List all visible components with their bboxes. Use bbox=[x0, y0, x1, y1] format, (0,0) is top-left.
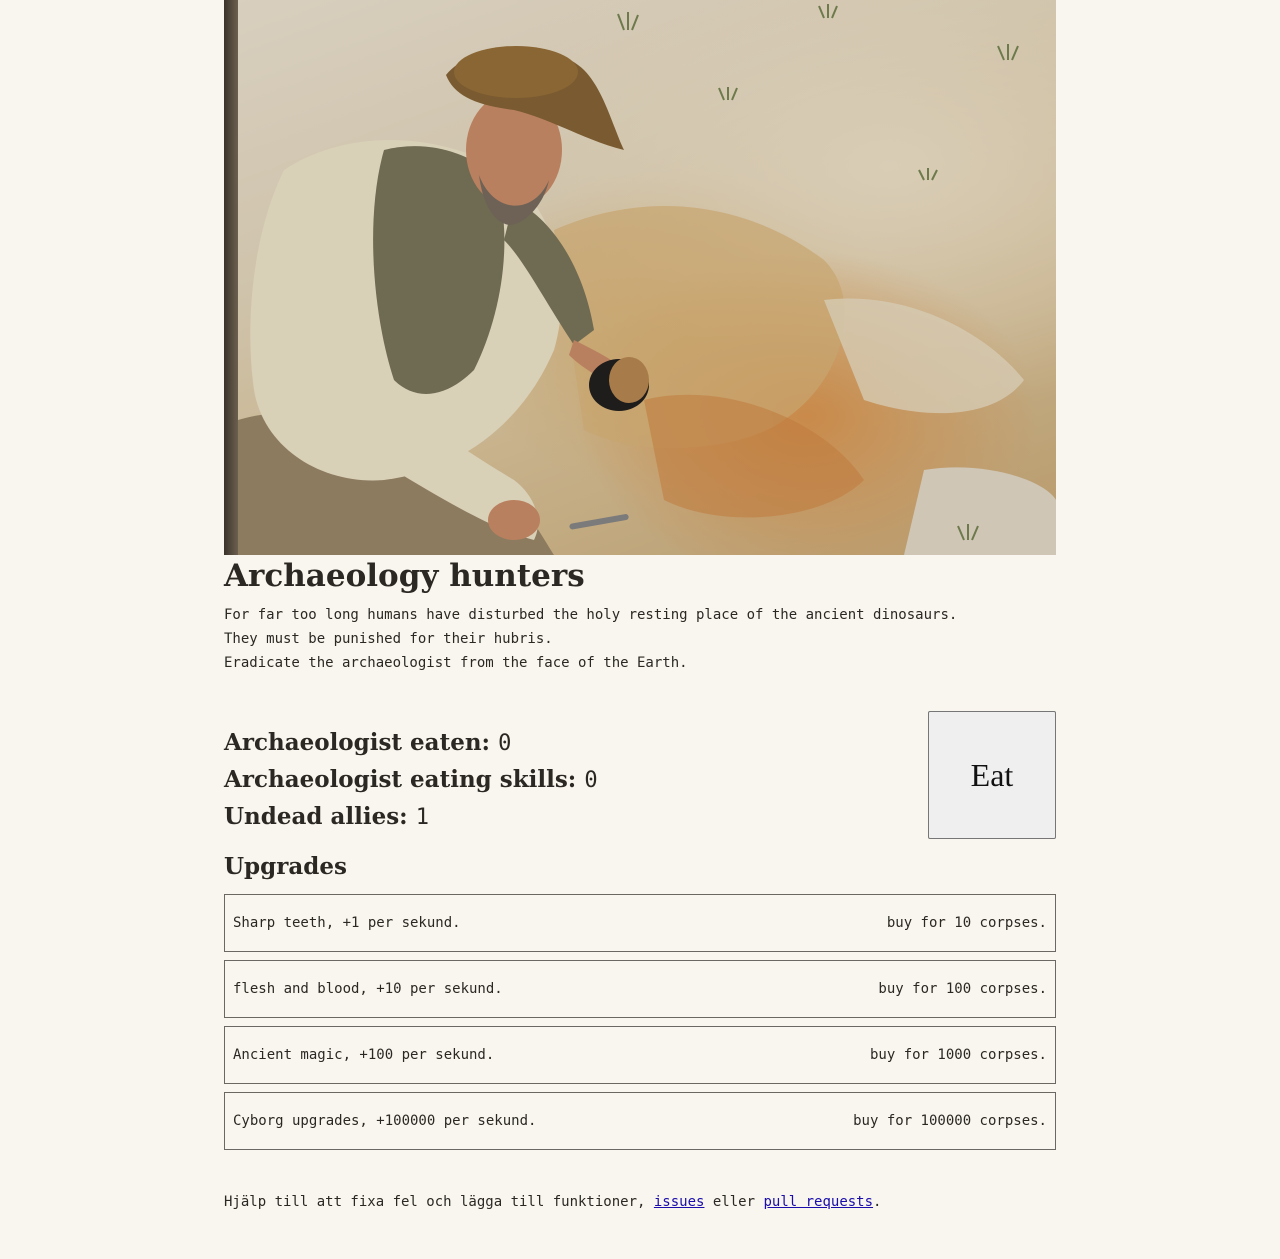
stat-allies-label: Undead allies: bbox=[224, 803, 408, 830]
footer-text: . bbox=[873, 1194, 882, 1210]
upgrade-price: buy for 100 corpses. bbox=[878, 981, 1047, 997]
stat-allies: Undead allies: 1 bbox=[224, 799, 598, 836]
stat-skills-label: Archaeologist eating skills: bbox=[224, 766, 577, 793]
archaeologist-photo bbox=[224, 0, 1056, 555]
stats-list: Archaeologist eaten: 0 Archaeologist eat… bbox=[224, 725, 598, 836]
footer-text: eller bbox=[704, 1194, 764, 1210]
stat-skills-value: 0 bbox=[584, 768, 598, 793]
intro-line: They must be punished for their hubris. bbox=[224, 631, 553, 647]
upgrade-item-sharp-teeth[interactable]: Sharp teeth, +1 per sekund. buy for 10 c… bbox=[224, 894, 1056, 952]
stat-skills: Archaeologist eating skills: 0 bbox=[224, 762, 598, 799]
upgrade-name: Sharp teeth, +1 per sekund. bbox=[233, 915, 461, 931]
upgrades-heading: Upgrades bbox=[224, 853, 347, 880]
stat-eaten-value: 0 bbox=[498, 731, 512, 756]
upgrade-name: flesh and blood, +10 per sekund. bbox=[233, 981, 503, 997]
game-title: Archaeology hunters bbox=[224, 558, 585, 594]
upgrade-name: Ancient magic, +100 per sekund. bbox=[233, 1047, 495, 1063]
eat-button[interactable]: Eat bbox=[928, 711, 1056, 839]
stat-eaten-label: Archaeologist eaten: bbox=[224, 729, 491, 756]
upgrade-name: Cyborg upgrades, +100000 per sekund. bbox=[233, 1113, 537, 1129]
intro-text: For far too long humans have disturbed t… bbox=[224, 603, 1056, 675]
issues-link[interactable]: issues bbox=[654, 1194, 705, 1210]
upgrade-price: buy for 1000 corpses. bbox=[869, 1047, 1047, 1063]
page-container: Archaeology hunters For far too long hum… bbox=[224, 0, 1056, 1212]
intro-line: For far too long humans have disturbed t… bbox=[224, 607, 958, 623]
upgrade-price: buy for 100000 corpses. bbox=[853, 1113, 1047, 1129]
stats-section: Archaeologist eaten: 0 Archaeologist eat… bbox=[224, 711, 1056, 839]
footer: Hjälp till att fixa fel och lägga till f… bbox=[224, 1192, 1056, 1212]
stat-eaten: Archaeologist eaten: 0 bbox=[224, 725, 598, 762]
footer-text: Hjälp till att fixa fel och lägga till f… bbox=[224, 1194, 654, 1210]
photo-illustration bbox=[238, 4, 1056, 555]
intro-line: Eradicate the archaeologist from the fac… bbox=[224, 655, 688, 671]
upgrade-list: Sharp teeth, +1 per sekund. buy for 10 c… bbox=[224, 894, 1056, 1150]
upgrade-item-flesh-and-blood[interactable]: flesh and blood, +10 per sekund. buy for… bbox=[224, 960, 1056, 1018]
pull-requests-link[interactable]: pull requests bbox=[763, 1194, 873, 1210]
upgrade-price: buy for 10 corpses. bbox=[886, 915, 1047, 931]
upgrade-item-cyborg-upgrades[interactable]: Cyborg upgrades, +100000 per sekund. buy… bbox=[224, 1092, 1056, 1150]
stat-allies-value: 1 bbox=[415, 805, 429, 830]
upgrade-item-ancient-magic[interactable]: Ancient magic, +100 per sekund. buy for … bbox=[224, 1026, 1056, 1084]
